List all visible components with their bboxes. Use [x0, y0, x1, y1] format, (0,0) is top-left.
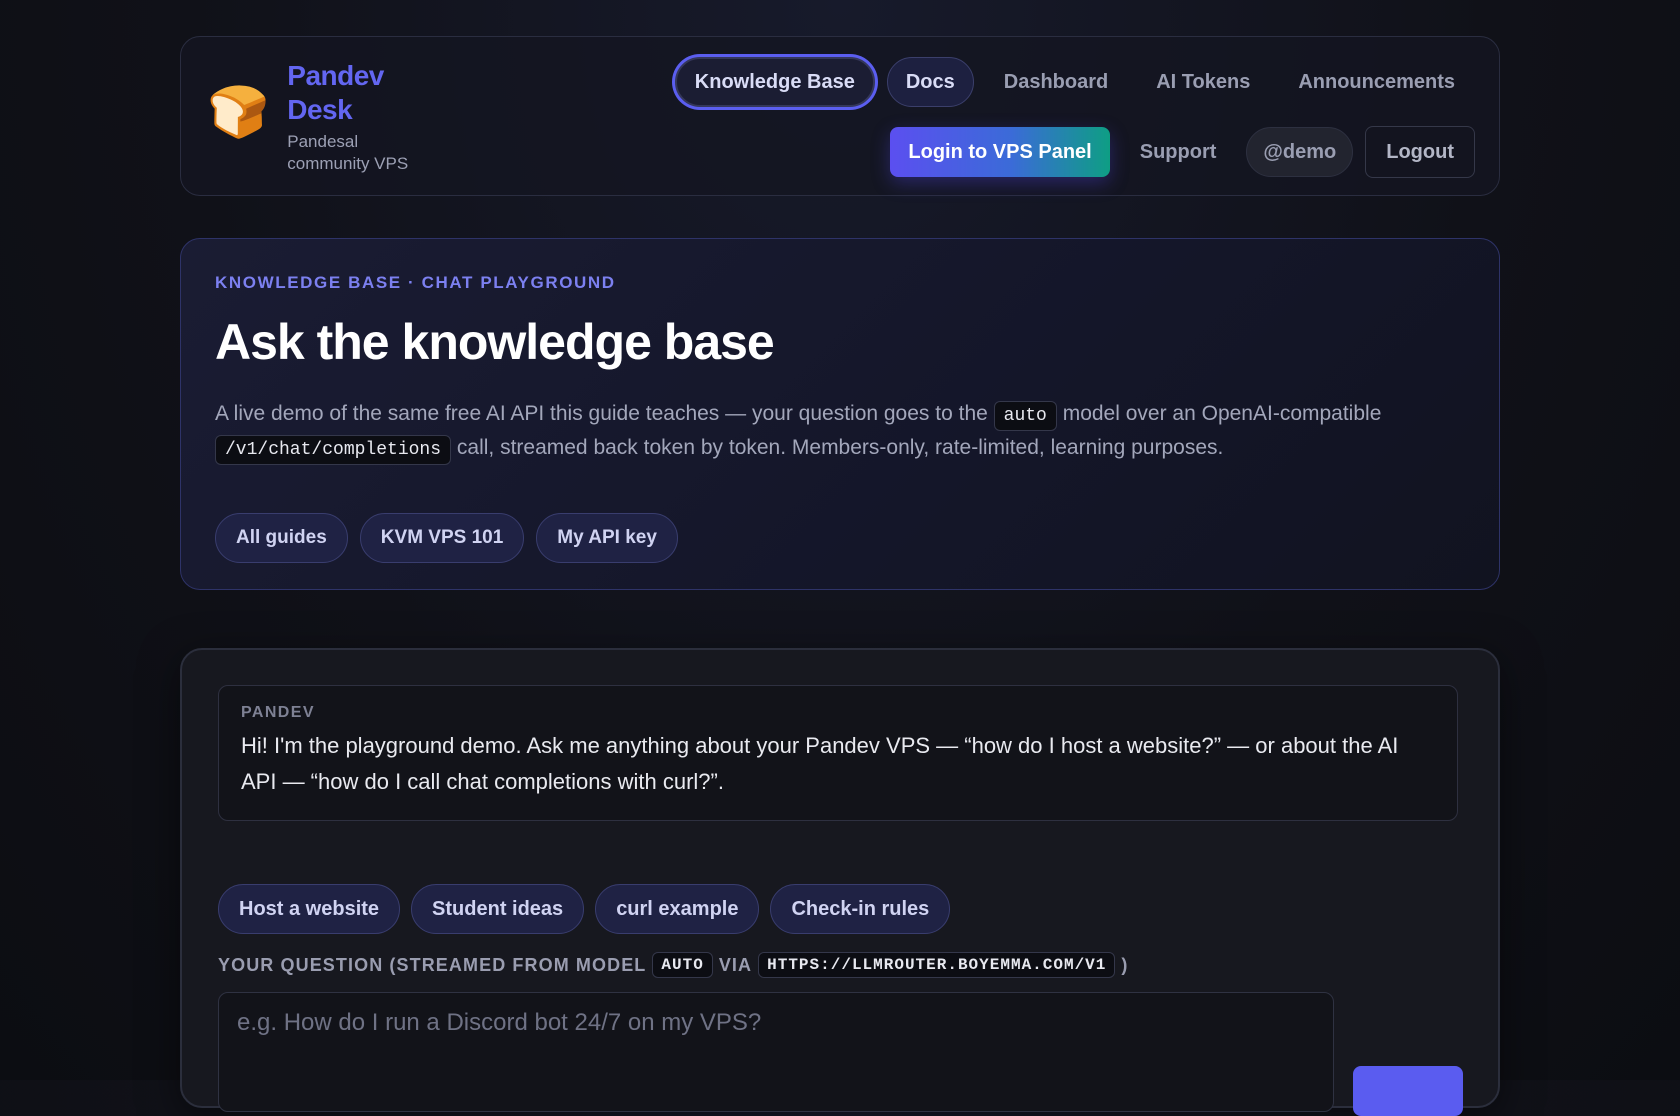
nav-docs[interactable]: Docs [886, 57, 974, 107]
nav-announcements[interactable]: Announcements [1280, 57, 1473, 107]
suggestion-student-ideas[interactable]: Student ideas [411, 884, 585, 934]
router-url-chip: HTTPS://LLMROUTER.BOYEMMA.COM/V1 [758, 952, 1116, 978]
hero-links: All guides KVM VPS 101 My API key [215, 513, 1465, 563]
brand-subtitle: Pandesal community VPS [287, 132, 409, 173]
brand-title: Pandev Desk [287, 60, 384, 125]
my-api-key-link[interactable]: My API key [536, 513, 678, 563]
hero-eyebrow: KNOWLEDGE BASE · CHAT PLAYGROUND [215, 273, 616, 292]
message-author: PANDEV [241, 704, 315, 721]
hero-card: KNOWLEDGE BASE · CHAT PLAYGROUND Ask the… [180, 238, 1500, 590]
question-label: YOUR QUESTION (STREAMED FROM MODEL AUTO … [218, 952, 1128, 978]
primary-nav: Knowledge Base Docs Dashboard AI Tokens … [674, 57, 1473, 107]
message-text: Hi! I'm the playground demo. Ask me anyt… [241, 733, 1399, 794]
top-header: 🍞 Pandev Desk Pandesal community VPS Kno… [180, 36, 1500, 196]
page-title: Ask the knowledge base [215, 314, 775, 370]
hero-desc-text-2: model over an OpenAI-compatible [1062, 402, 1382, 425]
hero-desc-text-1: A live demo of the same free AI API this… [215, 402, 988, 425]
logout-button[interactable]: Logout [1365, 126, 1475, 178]
send-button[interactable] [1353, 1066, 1463, 1116]
all-guides-link[interactable]: All guides [215, 513, 348, 563]
user-badge: @demo [1246, 127, 1354, 177]
nav-ai-tokens[interactable]: AI Tokens [1138, 57, 1268, 107]
endpoint-code-chip: /v1/chat/completions [215, 435, 452, 465]
nav-support[interactable]: Support [1122, 127, 1235, 177]
assistant-message: PANDEV Hi! I'm the playground demo. Ask … [218, 685, 1458, 821]
question-input[interactable] [218, 992, 1334, 1112]
bread-logo-icon: 🍞 [207, 84, 270, 140]
question-label-text-1: YOUR QUESTION (STREAMED FROM MODEL [218, 954, 647, 975]
nav-knowledge-base[interactable]: Knowledge Base [674, 57, 875, 107]
brand[interactable]: 🍞 Pandev Desk Pandesal community VPS [207, 59, 437, 175]
hero-desc-text-3: call, streamed back token by token. Memb… [456, 436, 1224, 459]
kvm-vps-101-link[interactable]: KVM VPS 101 [359, 513, 525, 563]
chat-playground: PANDEV Hi! I'm the playground demo. Ask … [180, 648, 1500, 1116]
suggestion-curl-example[interactable]: curl example [595, 884, 760, 934]
model-code-chip: auto [993, 401, 1057, 431]
hero-description: A live demo of the same free AI API this… [215, 397, 1475, 465]
nav-dashboard[interactable]: Dashboard [986, 57, 1126, 107]
suggestion-chips: Host a website Student ideas curl exampl… [218, 884, 951, 934]
login-vps-panel-button[interactable]: Login to VPS Panel [890, 127, 1110, 177]
model-label-chip: AUTO [652, 952, 713, 978]
suggestion-check-in-rules[interactable]: Check-in rules [770, 884, 951, 934]
suggestion-host-website[interactable]: Host a website [218, 884, 401, 934]
question-label-text-3: ) [1121, 954, 1129, 975]
secondary-nav: Login to VPS Panel Support @demo Logout [890, 126, 1475, 178]
question-label-text-2: VIA [718, 954, 753, 975]
